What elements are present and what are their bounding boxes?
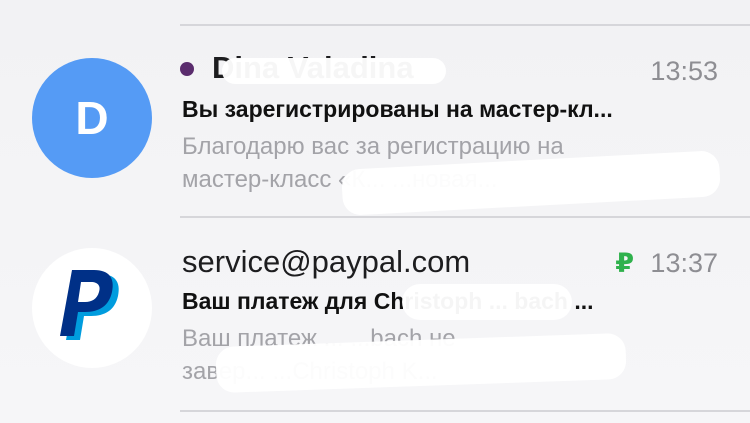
mail-list: D Dina Valadina 13:53 Вы зарегистрирован…	[0, 0, 750, 423]
mail-item-paypal[interactable]: service@paypal.com ₽ 13:37 Ваш платеж дл…	[0, 218, 750, 408]
paypal-logo-icon	[60, 270, 119, 340]
ruble-icon: ₽	[615, 248, 634, 278]
sender-name: service@paypal.com	[182, 244, 471, 279]
message-time: 13:53	[650, 56, 718, 86]
avatar-letter: D	[75, 92, 109, 144]
message-subject: Вы зарегистрированы на мастер-кл...	[182, 96, 613, 122]
redaction-mark	[222, 58, 446, 84]
mail-item-dina[interactable]: D Dina Valadina 13:53 Вы зарегистрирован…	[0, 26, 750, 216]
sender-avatar	[32, 248, 152, 368]
sender-avatar: D	[32, 58, 152, 178]
message-time: 13:37	[650, 248, 718, 278]
redaction-mark	[402, 284, 572, 320]
list-separator	[180, 410, 750, 412]
unread-indicator	[180, 62, 194, 76]
